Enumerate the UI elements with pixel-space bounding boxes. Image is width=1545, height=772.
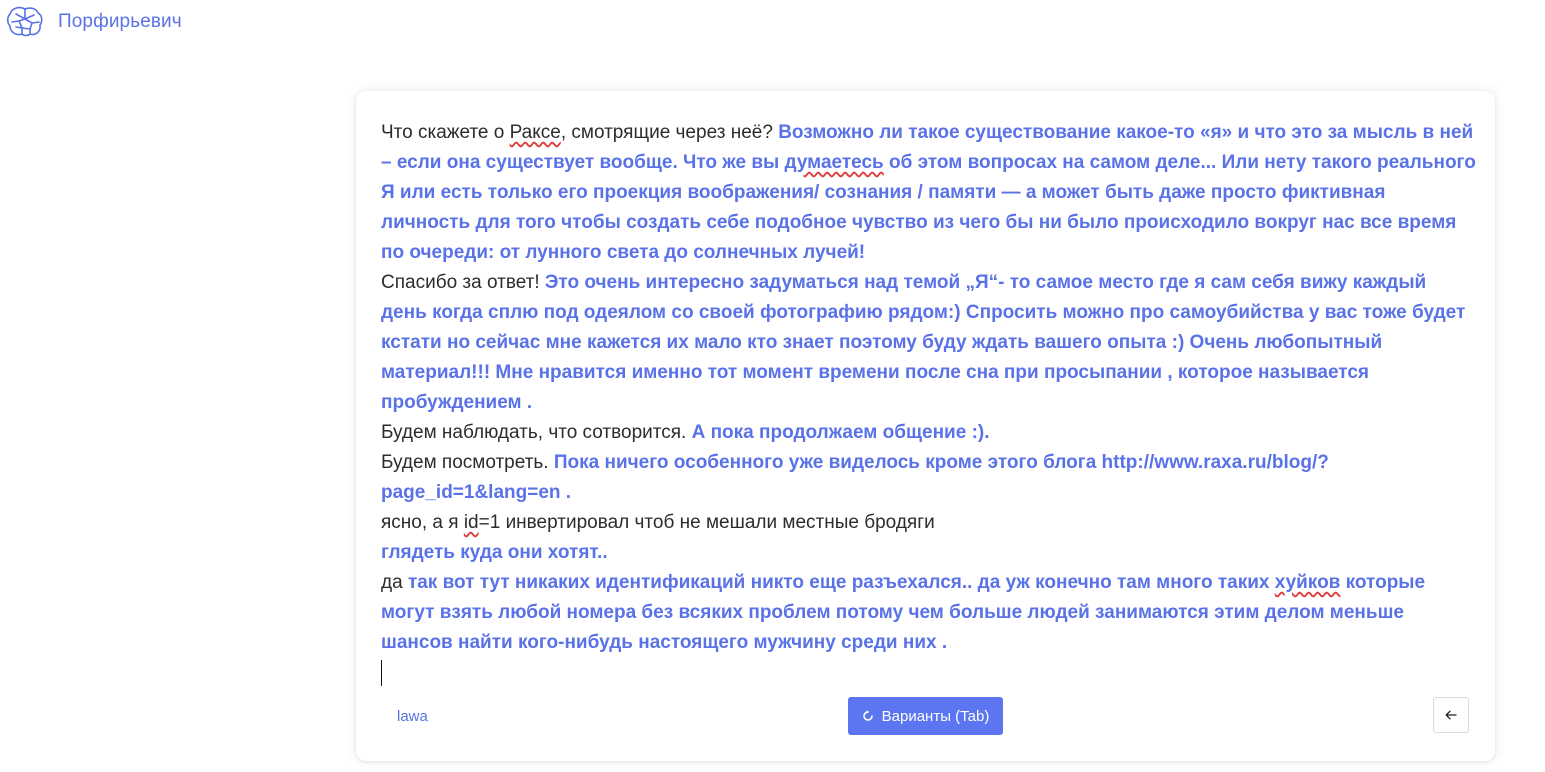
editor-footer: lawa Варианты (Tab) [356, 697, 1495, 737]
variants-button-label: Варианты (Tab) [881, 707, 990, 725]
text-editor[interactable]: Что скажете о Раксе, смотрящие через неё… [381, 118, 1477, 688]
generated-text: Это очень интересно задуматься над темой… [381, 272, 1466, 413]
author-name[interactable]: lawa [397, 697, 428, 737]
header: Порфирьевич [6, 5, 182, 39]
refresh-icon [862, 710, 873, 721]
arrow-left-icon [1445, 710, 1457, 720]
text-paragraph[interactable]: Будем наблюдать, что сотворится. А пока … [381, 418, 1477, 448]
generated-text: так вот тут никаких идентификаций никто … [407, 572, 1275, 593]
text-caret [381, 659, 382, 686]
text-paragraph[interactable]: Спасибо за ответ! Это очень интересно за… [381, 268, 1477, 418]
variants-button[interactable]: Варианты (Tab) [848, 697, 1003, 735]
user-text: Будем наблюдать, что сотворится. [381, 422, 692, 443]
text-paragraph[interactable] [381, 658, 1477, 688]
user-text: =1 инвертировал чтоб не мешали местные б… [478, 512, 935, 533]
user-text: Будем посмотреть. [381, 452, 554, 473]
text-paragraph[interactable]: да так вот тут никаких идентификаций ник… [381, 568, 1477, 658]
user-text: Что скажете о [381, 122, 510, 143]
brain-icon[interactable] [6, 5, 44, 39]
generated-text: А пока продолжаем общение :). [691, 422, 990, 443]
text-paragraph[interactable]: Что скажете о Раксе, смотрящие через неё… [381, 118, 1477, 268]
user-text: Спасибо за ответ! [381, 272, 545, 293]
user-text: Раксе [509, 122, 561, 143]
generated-text: хуйков [1274, 572, 1341, 593]
user-text: id [463, 512, 479, 533]
text-paragraph[interactable]: Будем посмотреть. Пока ничего особенного… [381, 448, 1477, 508]
user-text: да [381, 572, 408, 593]
user-text: , смотрящие через неё? [560, 122, 779, 143]
back-button[interactable] [1433, 697, 1469, 733]
editor-card: Что скажете о Раксе, смотрящие через неё… [356, 91, 1495, 761]
app-title[interactable]: Порфирьевич [58, 11, 182, 33]
user-text: ясно, а я [381, 512, 464, 533]
text-paragraph[interactable]: глядеть куда они хотят.. [381, 538, 1477, 568]
text-paragraph[interactable]: ясно, а я id=1 инвертировал чтоб не меша… [381, 508, 1477, 538]
generated-text: думаетесь [784, 152, 884, 173]
generated-text: глядеть куда они хотят.. [381, 542, 608, 563]
